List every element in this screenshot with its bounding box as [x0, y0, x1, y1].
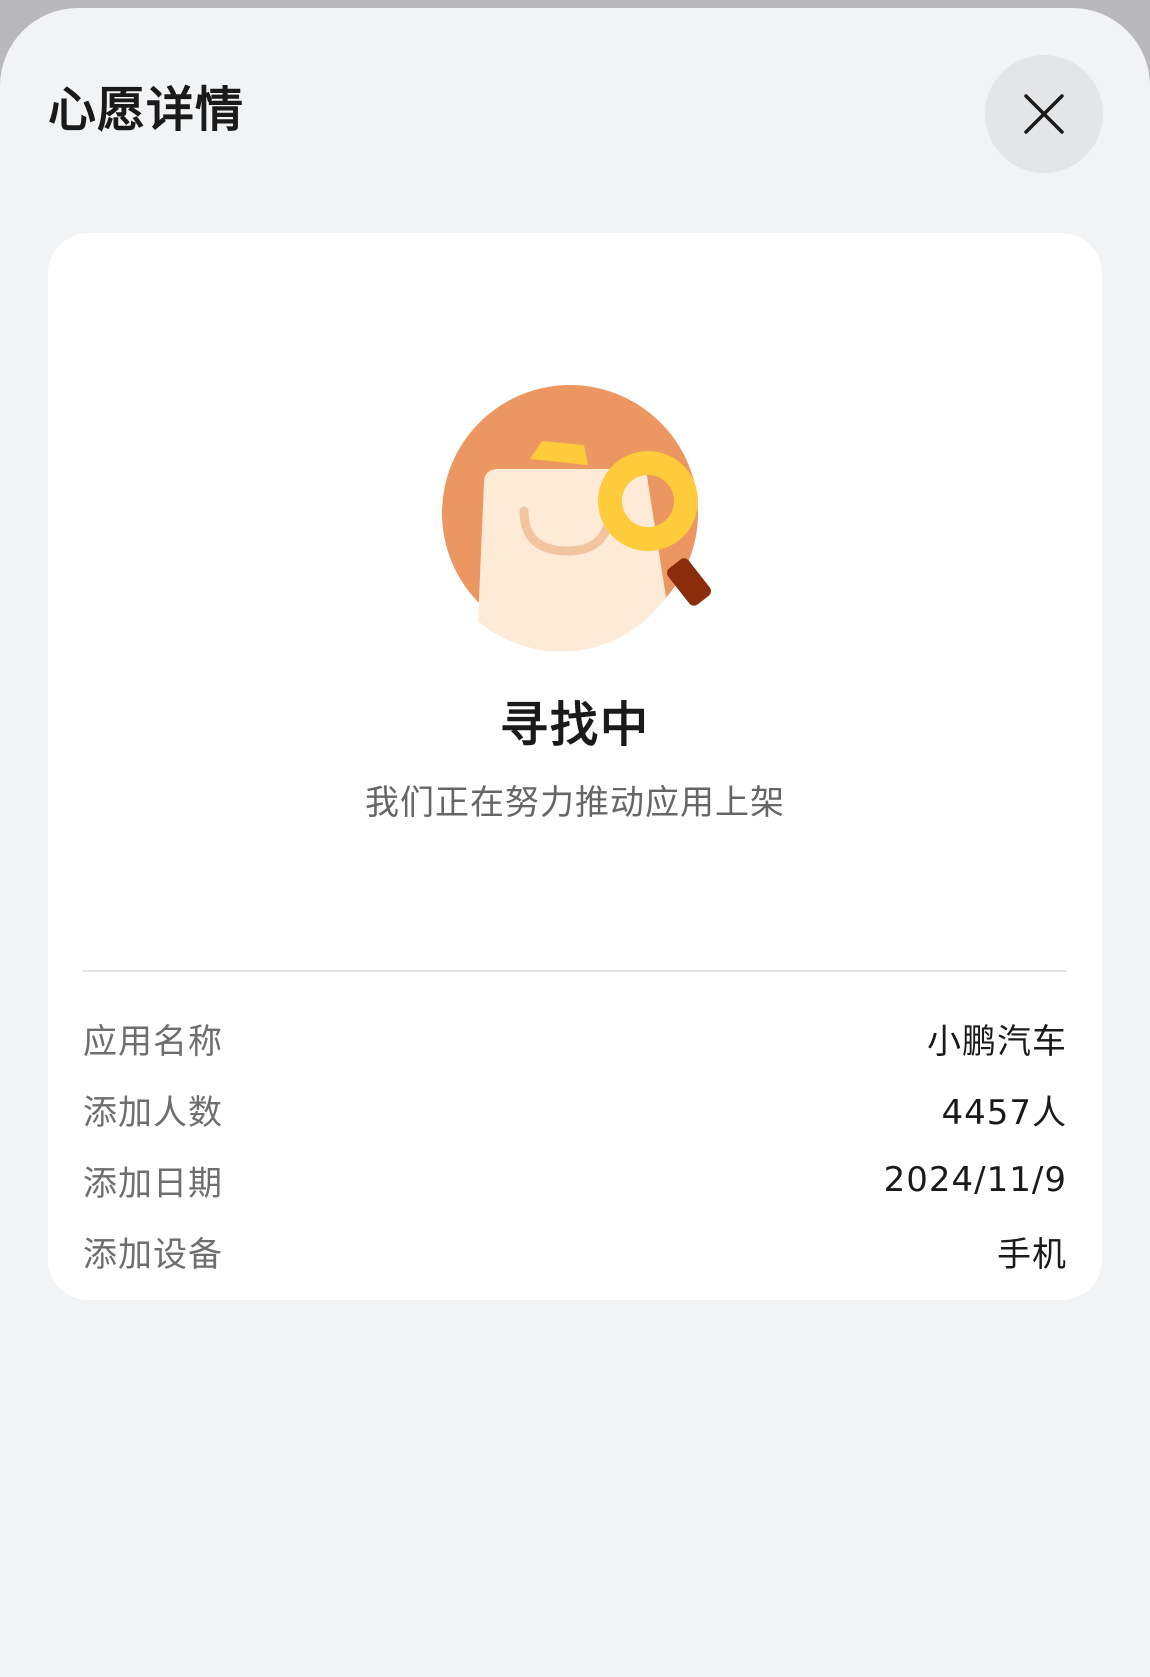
status-subtitle: 我们正在努力推动应用上架	[365, 783, 785, 823]
detail-row-app-name: 应用名称 小鹏汽车	[83, 1013, 1067, 1063]
detail-value: 4457人	[941, 1092, 1067, 1133]
detail-row-added-date: 添加日期 2024/11/9	[83, 1155, 1067, 1205]
sheet-title: 心愿详情	[48, 82, 245, 138]
detail-value: 2024/11/9	[883, 1160, 1067, 1200]
status-title: 寻找中	[499, 697, 650, 753]
detail-row-added-count: 添加人数 4457人	[83, 1084, 1067, 1134]
detail-label: 添加设备	[83, 1234, 223, 1275]
divider	[83, 970, 1067, 972]
shopping-bag-search-illustration	[442, 385, 711, 652]
close-button[interactable]	[985, 55, 1103, 173]
detail-row-added-device: 添加设备 手机	[83, 1226, 1067, 1276]
detail-label: 添加日期	[83, 1163, 223, 1204]
detail-value: 小鹏汽车	[927, 1021, 1067, 1062]
detail-label: 添加人数	[83, 1092, 223, 1133]
wish-detail-sheet: 心愿详情 寻找中 我们正在努力推动应用上架 应用名称 小鹏汽车 添加人数 445…	[0, 8, 1150, 1677]
detail-value: 手机	[997, 1234, 1067, 1275]
close-icon	[1024, 94, 1064, 134]
detail-card: 寻找中 我们正在努力推动应用上架 应用名称 小鹏汽车 添加人数 4457人 添加…	[48, 233, 1102, 1300]
detail-label: 应用名称	[83, 1021, 223, 1062]
